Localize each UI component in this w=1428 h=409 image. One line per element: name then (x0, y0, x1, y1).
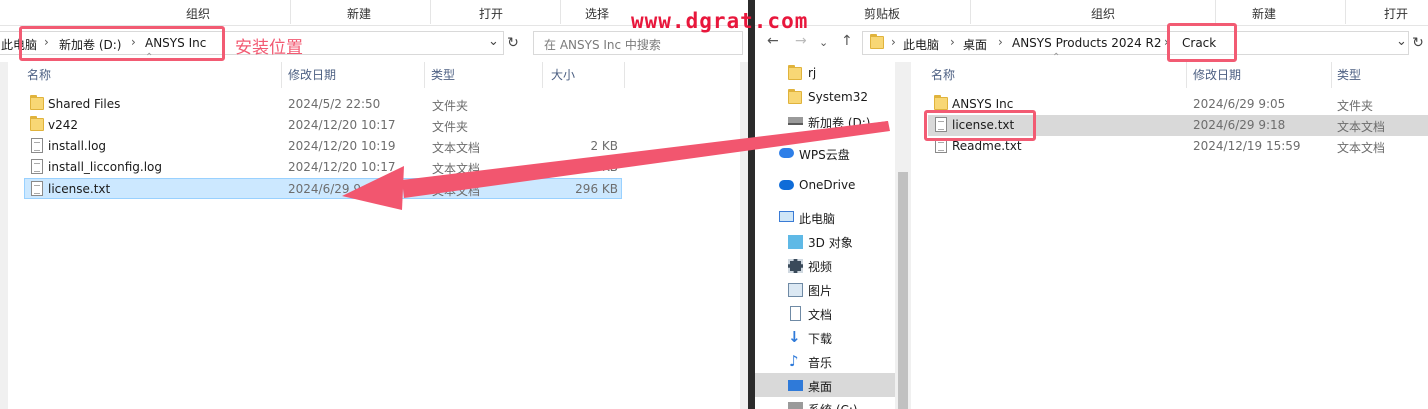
drag-arrow-icon (342, 121, 890, 210)
